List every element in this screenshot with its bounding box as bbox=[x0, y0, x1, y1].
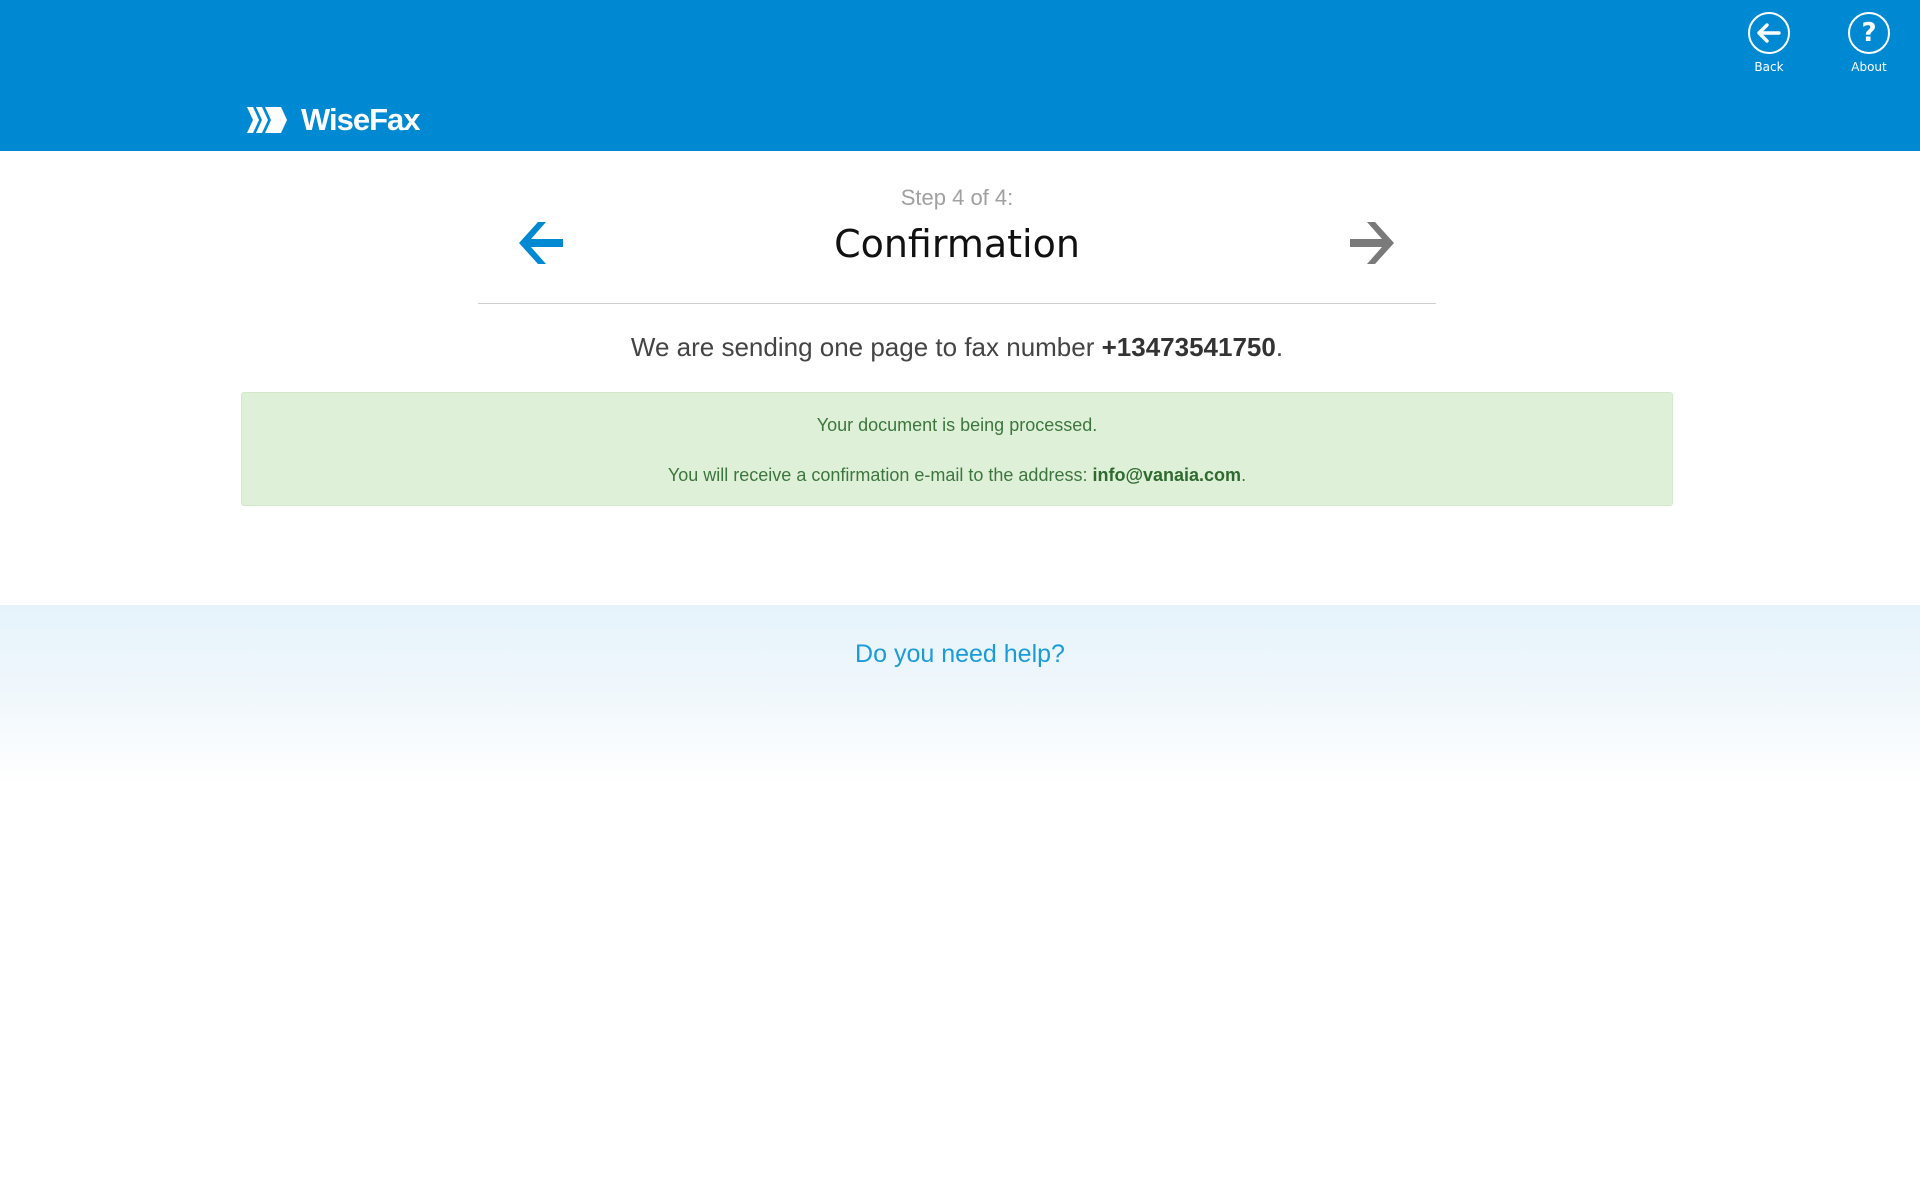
back-button[interactable]: Back bbox=[1729, 12, 1809, 78]
summary-prefix: We are sending one page to fax number bbox=[630, 332, 1102, 362]
step-title: Confirmation bbox=[834, 222, 1080, 266]
next-step-arrow-icon[interactable] bbox=[1346, 216, 1400, 270]
confirmation-email-link[interactable]: info@vanaia.com bbox=[1092, 465, 1241, 485]
wisefax-logo: WiseFax bbox=[247, 102, 420, 137]
about-button[interactable]: ? About bbox=[1829, 12, 1909, 78]
logo-text: WiseFax bbox=[301, 102, 420, 137]
help-section bbox=[0, 605, 1920, 785]
fax-number: +13473541750 bbox=[1101, 332, 1276, 362]
back-circle bbox=[1748, 12, 1790, 54]
email-message-suffix: . bbox=[1241, 465, 1247, 485]
wisefax-app: WiseFax Back ? About Step 4 of 4: Confir… bbox=[0, 0, 1920, 1200]
email-message-prefix: You will receive a confirmation e-mail t… bbox=[667, 465, 1093, 485]
summary-suffix: . bbox=[1275, 332, 1284, 362]
confirmation-email-message: You will receive a confirmation e-mail t… bbox=[242, 465, 1672, 486]
question-mark-icon: ? bbox=[1861, 18, 1877, 48]
logo-chevrons-icon bbox=[247, 107, 287, 133]
arrow-left-icon bbox=[1757, 23, 1781, 43]
processing-message: Your document is being processed. bbox=[816, 415, 1098, 435]
divider bbox=[478, 303, 1436, 304]
processing-alert: Your document is being processed. You wi… bbox=[241, 392, 1673, 506]
help-link[interactable]: Do you need help? bbox=[0, 640, 1920, 669]
step-indicator: Step 4 of 4: bbox=[900, 185, 1014, 210]
about-label: About bbox=[1851, 60, 1887, 74]
about-circle: ? bbox=[1848, 12, 1890, 54]
header-bar: WiseFax Back ? About bbox=[0, 0, 1920, 151]
fax-summary: We are sending one page to fax number +1… bbox=[0, 332, 1914, 363]
back-label: Back bbox=[1754, 60, 1784, 74]
